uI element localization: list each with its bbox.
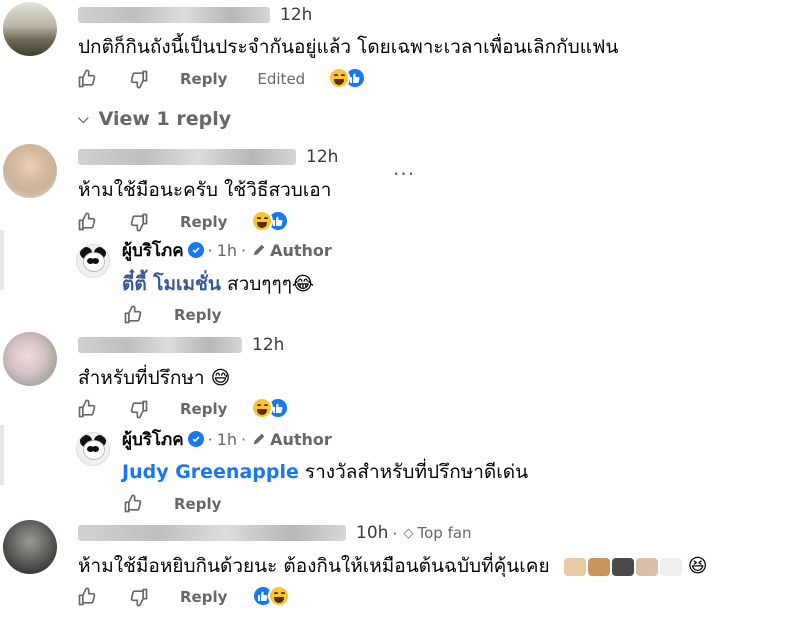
comment-body: ห้ามใช้มือหยิบกินด้วยนะ ต้องกินให้เหมือน… xyxy=(78,555,550,577)
reply-button[interactable]: Reply xyxy=(174,495,221,513)
dog-icon xyxy=(587,557,610,576)
commenter-name-blurred[interactable] xyxy=(78,337,242,353)
dislike-icon[interactable] xyxy=(128,398,150,420)
verified-icon xyxy=(187,242,204,258)
commenter-name-blurred[interactable] xyxy=(78,525,346,541)
black-dog-icon xyxy=(611,557,634,576)
author-badge: Author xyxy=(270,240,332,260)
reply-button[interactable]: Reply xyxy=(180,213,227,231)
reply-button[interactable]: Reply xyxy=(180,400,227,418)
reply-button[interactable]: Reply xyxy=(180,588,227,606)
reactions-summary[interactable] xyxy=(251,210,289,232)
reply-button[interactable]: Reply xyxy=(180,70,227,88)
haha-reaction-icon xyxy=(251,397,273,419)
reactions-summary[interactable] xyxy=(252,585,290,607)
page-name[interactable]: ผู้บริโภค xyxy=(122,426,184,453)
avatar[interactable] xyxy=(3,144,57,198)
top-fan-label: Top fan xyxy=(417,524,472,542)
comment-time[interactable]: 12h xyxy=(280,5,312,25)
laugh-emoji: 😆 xyxy=(687,555,708,577)
pencil-icon xyxy=(253,433,265,445)
dog-face-icon xyxy=(563,557,586,576)
haha-reaction-icon xyxy=(328,67,350,89)
avatar[interactable] xyxy=(3,520,57,574)
thread-line xyxy=(0,230,4,290)
comment-time[interactable]: 10h xyxy=(356,523,388,543)
reply-time[interactable]: 1h xyxy=(217,241,237,260)
reactions-summary[interactable] xyxy=(251,397,289,419)
view-replies-button[interactable]: ⌵ View 1 reply xyxy=(78,108,231,130)
top-fan-badge[interactable]: ◇ Top fan xyxy=(404,524,472,542)
page-avatar[interactable] xyxy=(76,244,110,278)
commenter-name-blurred[interactable] xyxy=(78,149,296,165)
dislike-icon[interactable] xyxy=(128,68,150,90)
poodle-icon xyxy=(635,557,658,576)
comment-time[interactable]: 12h xyxy=(306,147,338,167)
view-replies-label: View 1 reply xyxy=(98,108,232,130)
separator-dot: · xyxy=(207,240,213,260)
mention-link[interactable]: ตี๋ตี้ โมเมชั่น xyxy=(122,273,221,295)
verified-icon xyxy=(187,431,204,447)
reply-button[interactable]: Reply xyxy=(174,306,221,324)
like-icon[interactable] xyxy=(76,586,98,608)
diamond-icon: ◇ xyxy=(403,525,414,541)
chevron-down-icon: ⌵ xyxy=(78,111,89,127)
page-avatar[interactable] xyxy=(76,432,110,466)
reactions-summary[interactable] xyxy=(328,67,366,89)
like-icon[interactable] xyxy=(76,211,98,233)
like-icon[interactable] xyxy=(122,493,144,515)
like-icon[interactable] xyxy=(122,304,144,326)
commenter-name-blurred[interactable] xyxy=(78,7,270,23)
more-options-button[interactable]: ··· xyxy=(393,162,415,186)
avatar[interactable] xyxy=(3,2,57,56)
like-icon[interactable] xyxy=(76,68,98,90)
pencil-icon xyxy=(253,244,265,256)
reply-text: ตี๋ตี้ โมเมชั่น สวบๆๆๆ😂 xyxy=(122,269,314,299)
reply-text: Judy Greenapple รางวัลสำหรับที่ปรึกษาดีเ… xyxy=(122,457,528,487)
dislike-icon[interactable] xyxy=(128,211,150,233)
mention-link[interactable]: Judy Greenapple xyxy=(122,461,299,483)
comment-text: ปกติก็กินถังนี้เป็นประจำกันอยู่แล้ว โดยเ… xyxy=(78,36,619,58)
comment-text: สำหรับที่ปรึกษา 😅 xyxy=(78,367,231,389)
like-icon[interactable] xyxy=(76,398,98,420)
reply-time[interactable]: 1h xyxy=(217,430,237,449)
separator-dot: · xyxy=(207,429,213,449)
thread-line xyxy=(0,425,4,485)
separator-dot: · xyxy=(241,429,247,449)
haha-reaction-icon xyxy=(268,585,290,607)
edited-label[interactable]: Edited xyxy=(257,70,305,88)
page-name[interactable]: ผู้บริโภค xyxy=(122,237,184,264)
white-dog-icon xyxy=(659,557,682,576)
comment-text: ห้ามใช้มือหยิบกินด้วยนะ ต้องกินให้เหมือน… xyxy=(78,551,708,581)
comment-time[interactable]: 12h xyxy=(252,335,284,355)
animal-stickers xyxy=(563,557,682,576)
dislike-icon[interactable] xyxy=(128,586,150,608)
comment-text: ห้ามใช้มือนะครับ ใช้วิธีสวบเอา xyxy=(78,179,332,201)
reply-body: รางวัลสำหรับที่ปรึกษาดีเด่น xyxy=(298,461,529,483)
avatar[interactable] xyxy=(3,332,57,386)
reply-body: สวบๆๆๆ😂 xyxy=(220,273,315,295)
author-badge: Author xyxy=(270,429,332,449)
separator-dot: · xyxy=(241,240,247,260)
separator-dot: · xyxy=(392,523,398,543)
haha-reaction-icon xyxy=(251,210,273,232)
